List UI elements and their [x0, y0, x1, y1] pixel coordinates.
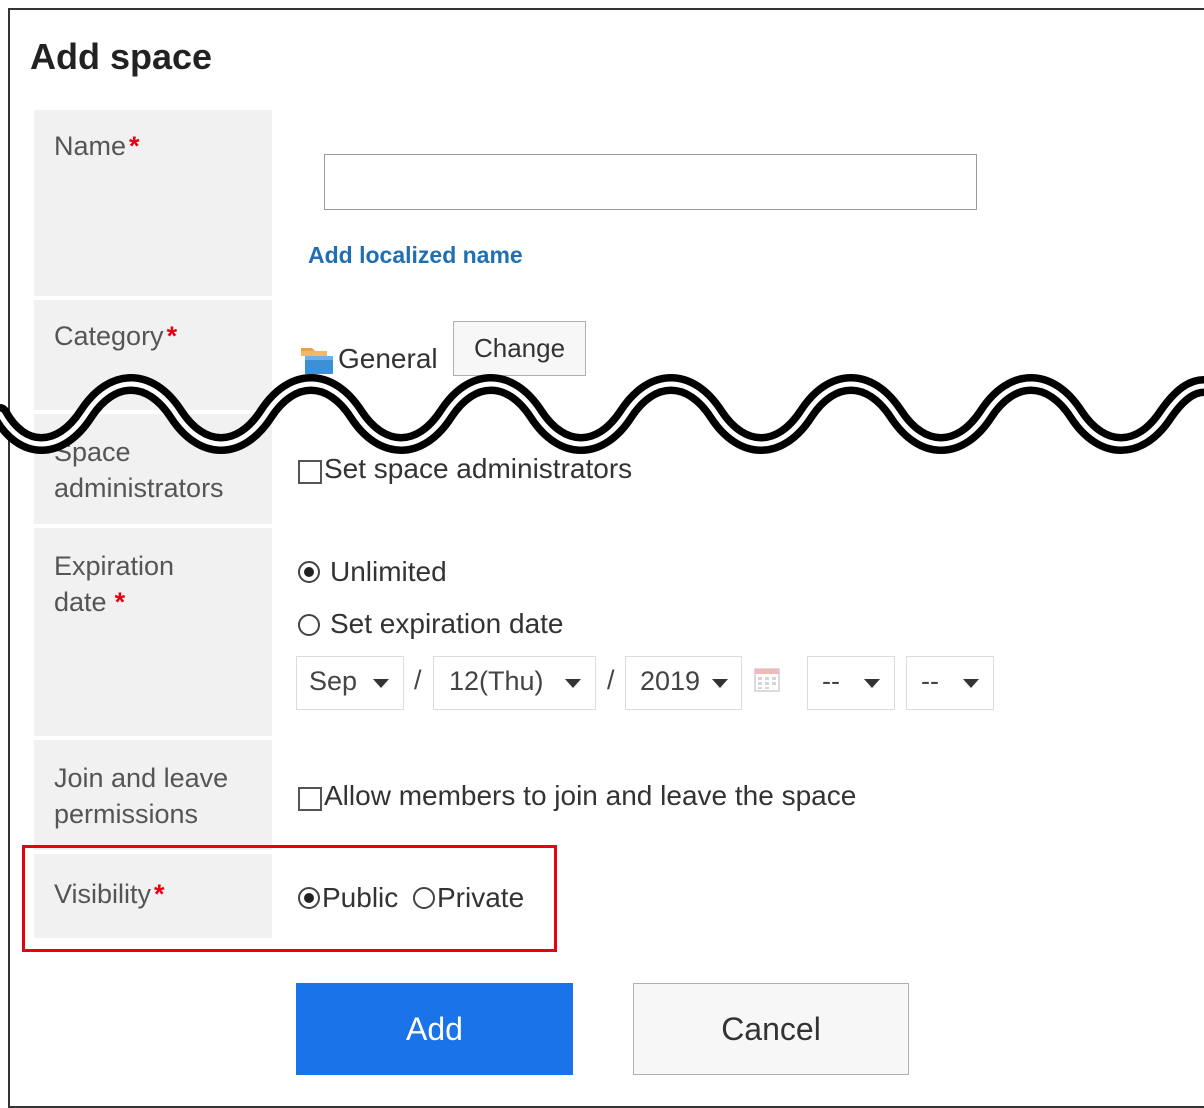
add-localized-name-link[interactable]: Add localized name — [308, 242, 523, 269]
break-wave-divider — [0, 374, 1204, 454]
expiration-label-cell: Expiration date * — [34, 528, 272, 736]
day-select[interactable]: 12(Thu) — [433, 656, 596, 710]
unlimited-radio[interactable] — [298, 561, 320, 583]
name-label-cell: Name * — [34, 110, 272, 296]
name-label: Name * — [54, 131, 140, 161]
set-expiration-radio[interactable] — [298, 614, 320, 636]
chevron-down-icon — [373, 679, 389, 688]
minute-select[interactable]: -- — [906, 656, 994, 710]
required-mark: * — [166, 321, 178, 351]
expiration-label: Expiration date * — [54, 551, 175, 617]
category-label: Category * — [54, 321, 178, 351]
cancel-button[interactable]: Cancel — [633, 983, 909, 1075]
required-mark: * — [114, 587, 126, 617]
chevron-down-icon — [565, 679, 581, 688]
join-leave-label-cell: Join and leave permissions — [34, 740, 272, 850]
name-input[interactable] — [324, 154, 977, 210]
date-separator: / — [607, 665, 615, 695]
required-mark: * — [129, 131, 140, 161]
chevron-down-icon — [712, 679, 728, 688]
join-leave-checkbox-label: Allow members to join and leave the spac… — [324, 780, 857, 811]
date-separator: / — [414, 665, 422, 695]
chevron-down-icon — [864, 679, 880, 688]
unlimited-label: Unlimited — [330, 556, 447, 587]
dialog-title: Add space — [30, 36, 213, 77]
chevron-down-icon — [963, 679, 979, 688]
visibility-highlight-box — [22, 845, 557, 952]
join-leave-label: Join and leave permissions — [54, 763, 229, 829]
set-expiration-label: Set expiration date — [330, 608, 564, 639]
add-button[interactable]: Add — [296, 983, 573, 1075]
hour-select[interactable]: -- — [807, 656, 895, 710]
year-select[interactable]: 2019 — [625, 656, 742, 710]
calendar-icon[interactable] — [753, 665, 781, 693]
join-leave-checkbox[interactable] — [298, 787, 322, 811]
month-select[interactable]: Sep — [296, 656, 404, 710]
